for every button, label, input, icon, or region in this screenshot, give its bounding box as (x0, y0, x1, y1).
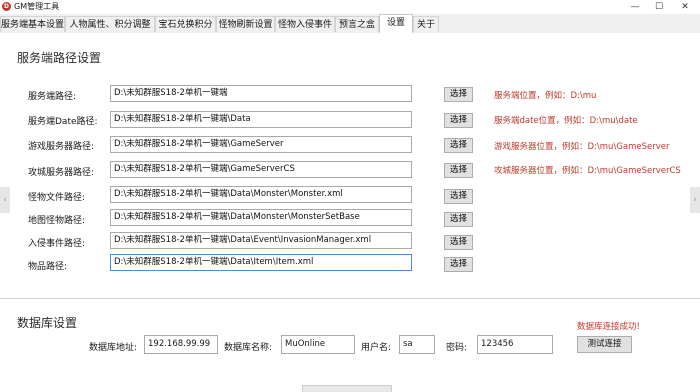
item-path-input[interactable]: D:\未知群服S18-2单机一键端\Data\Item\Item.xml (110, 254, 412, 271)
test-connection-button[interactable]: 测试连接 (577, 336, 632, 353)
server-path-choose-button[interactable]: 选择 (444, 87, 473, 102)
server-data-path-label: 服务端Date路径: (28, 117, 98, 127)
siege-server-path-label: 攻城服务器路径: (28, 168, 95, 178)
siege-server-path-choose-button[interactable]: 选择 (444, 163, 473, 178)
server-path-hint: 服务端位置，例如：D:\mu (494, 91, 597, 101)
game-server-path-input[interactable]: D:\未知群服S18-2单机一键端\GameServer (110, 136, 412, 153)
db-password-input[interactable]: 123456 (477, 335, 553, 354)
server-data-path-hint: 服务端date位置，例如：D:\mu\date (494, 116, 638, 126)
app-icon: D (2, 2, 11, 11)
tab-server-basic[interactable]: 服务端基本设置 (0, 16, 65, 32)
close-button[interactable]: ✕ (672, 0, 698, 14)
window-title: GM管理工具 (14, 2, 60, 11)
map-monster-path-choose-button[interactable]: 选择 (444, 212, 473, 227)
map-monster-path-input[interactable]: D:\未知群服S18-2单机一键端\Data\Monster\MonsterSe… (110, 209, 412, 226)
nav-left-arrow[interactable]: ‹ (0, 187, 10, 213)
tab-bar: 服务端基本设置 人物属性、积分调整 宝石兑换积分 怪物刷新设置 怪物入侵事件 预… (0, 14, 700, 34)
db-address-input[interactable]: 192.168.99.99 (144, 335, 218, 354)
siege-server-path-input[interactable]: D:\未知群服S18-2单机一键端\GameServerCS (110, 161, 412, 178)
minimize-button[interactable]: — (622, 0, 648, 14)
tab-monster-invasion[interactable]: 怪物入侵事件 (275, 16, 335, 32)
db-password-label: 密码: (446, 343, 468, 353)
tab-settings[interactable]: 设置 (379, 14, 413, 34)
tab-character-points[interactable]: 人物属性、积分调整 (65, 16, 155, 32)
invasion-event-path-label: 入侵事件路径: (28, 239, 86, 249)
section-divider (0, 298, 700, 299)
siege-server-path-hint: 攻城服务器位置，例如：D:\mu\GameServerCS (494, 166, 681, 176)
monster-file-path-label: 怪物文件路径: (28, 193, 86, 203)
path-section-title: 服务端路径设置 (17, 51, 102, 65)
tab-prophecy-box[interactable]: 预言之盒 (335, 16, 379, 32)
server-data-path-choose-button[interactable]: 选择 (444, 113, 473, 128)
game-server-path-hint: 游戏服务器位置，例如：D:\mu\GameServer (494, 142, 670, 152)
db-name-label: 数据库名称: (224, 343, 273, 353)
item-path-choose-button[interactable]: 选择 (444, 257, 473, 272)
maximize-button[interactable]: ☐ (646, 0, 672, 14)
db-section-title: 数据库设置 (17, 316, 78, 330)
bottom-button-stub[interactable] (302, 385, 392, 392)
db-user-label: 用户名: (361, 343, 392, 353)
map-monster-path-label: 地图怪物路径: (28, 216, 86, 226)
server-path-label: 服务端路径: (28, 92, 77, 102)
game-server-path-choose-button[interactable]: 选择 (444, 138, 473, 153)
db-name-input[interactable]: MuOnline (281, 335, 355, 354)
invasion-event-path-choose-button[interactable]: 选择 (444, 235, 473, 250)
game-server-path-label: 游戏服务器路径: (28, 142, 95, 152)
db-connection-status: 数据库连接成功! (577, 322, 640, 332)
title-bar: D GM管理工具 — ☐ ✕ (0, 0, 700, 14)
db-user-input[interactable]: sa (399, 335, 435, 354)
db-address-label: 数据库地址: (89, 343, 138, 353)
tab-monster-spawn[interactable]: 怪物刷新设置 (216, 16, 275, 32)
nav-right-arrow[interactable]: › (690, 187, 700, 213)
settings-panel: 服务端路径设置 服务端路径: D:\未知群服S18-2单机一键端 选择 服务端位… (0, 33, 700, 392)
item-path-label: 物品路径: (28, 262, 68, 272)
server-data-path-input[interactable]: D:\未知群服S18-2单机一键端\Data (110, 111, 412, 128)
monster-file-path-choose-button[interactable]: 选择 (444, 189, 473, 204)
server-path-input[interactable]: D:\未知群服S18-2单机一键端 (110, 85, 412, 102)
tab-about[interactable]: 关于 (413, 16, 439, 32)
invasion-event-path-input[interactable]: D:\未知群服S18-2单机一键端\Data\Event\InvasionMan… (110, 232, 412, 249)
tab-gem-exchange[interactable]: 宝石兑换积分 (155, 16, 216, 32)
monster-file-path-input[interactable]: D:\未知群服S18-2单机一键端\Data\Monster\Monster.x… (110, 186, 412, 203)
